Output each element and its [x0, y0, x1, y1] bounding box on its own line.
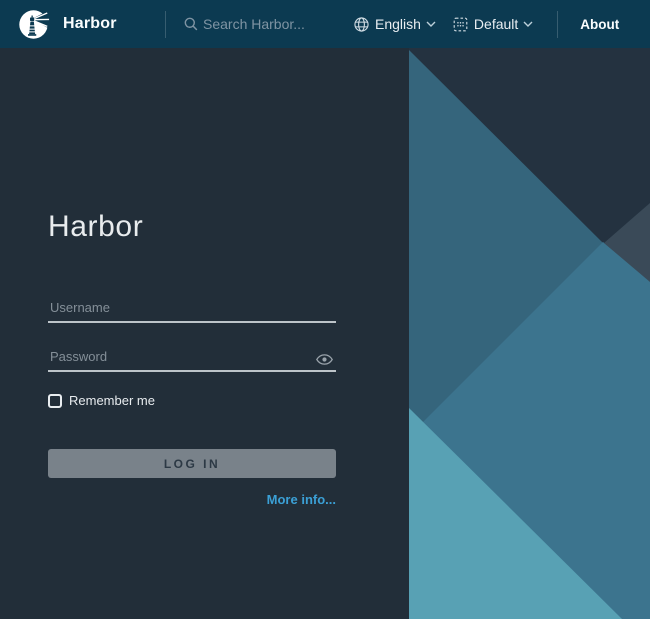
search-input[interactable] [203, 16, 353, 32]
header-navbar: Harbor English [0, 0, 650, 48]
login-panel: Harbor Remember me LOG IN More [0, 48, 409, 619]
harbor-logo-icon [17, 8, 50, 41]
chevron-down-icon [426, 21, 436, 27]
remember-me-row: Remember me [48, 393, 336, 408]
password-field-wrapper [48, 347, 336, 372]
about-link[interactable]: About [580, 17, 619, 32]
theme-grid-icon [452, 16, 469, 33]
language-label: English [375, 16, 421, 32]
login-button[interactable]: LOG IN [48, 449, 336, 478]
more-info-row: More info... [48, 491, 336, 509]
theme-dropdown[interactable]: Default [452, 16, 533, 33]
language-dropdown[interactable]: English [353, 16, 436, 33]
search-icon [183, 16, 199, 32]
username-input[interactable] [48, 298, 336, 321]
triangles-background [409, 48, 650, 619]
brand-title: Harbor [63, 15, 117, 33]
globe-icon [353, 16, 370, 33]
more-info-link[interactable]: More info... [267, 492, 336, 507]
brand-group[interactable]: Harbor [0, 8, 165, 41]
navbar-right: English Default [353, 11, 650, 38]
eye-icon[interactable] [316, 354, 333, 365]
login-form: Harbor Remember me LOG IN More [0, 48, 336, 509]
search-group [183, 16, 353, 32]
navbar-divider-right [557, 11, 558, 38]
theme-label: Default [474, 16, 518, 32]
background-art-panel [409, 48, 650, 619]
chevron-down-icon [523, 21, 533, 27]
main-area: Harbor Remember me LOG IN More [0, 48, 650, 619]
username-field-wrapper [48, 298, 336, 323]
remember-me-checkbox[interactable] [48, 394, 62, 408]
navbar-divider-left [165, 11, 166, 38]
password-input[interactable] [48, 347, 336, 370]
login-title: Harbor [48, 208, 336, 246]
remember-me-label[interactable]: Remember me [69, 393, 155, 408]
